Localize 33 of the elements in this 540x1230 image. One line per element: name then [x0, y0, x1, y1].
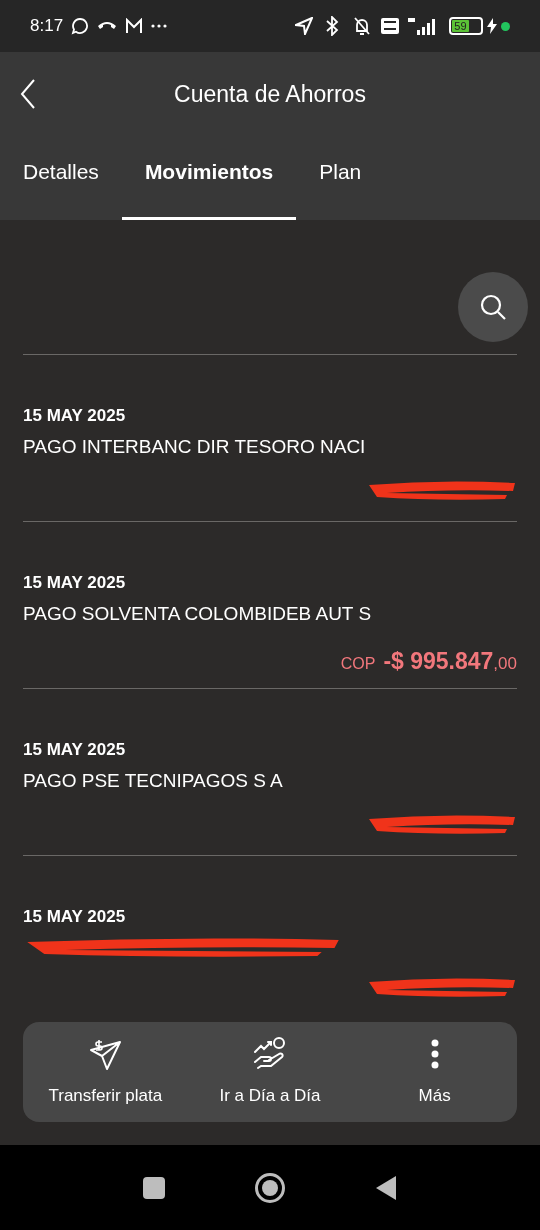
action-button[interactable]: Más [352, 1035, 517, 1109]
signal-icon [407, 16, 437, 36]
more-icon [429, 1039, 440, 1070]
recents-button[interactable] [143, 1176, 165, 1199]
transaction-description: PAGO SOLVENTA COLOMBIDEB AUT S [23, 601, 373, 626]
screen-title: Cuenta de Ahorros [174, 79, 366, 109]
mute-icon [351, 16, 373, 36]
transaction-date: 15 MAY 2025 [23, 572, 127, 594]
mail-icon [125, 18, 144, 34]
bluetooth-icon [325, 16, 339, 36]
tab[interactable]: Plan [296, 136, 385, 220]
transaction-amount: COP -$ 995.847,00 [340, 647, 517, 676]
transaction-date: 15 MAY 2025 [23, 405, 127, 427]
tab[interactable]: Movimientos [121, 136, 297, 220]
charging-icon [487, 18, 497, 34]
back-icon [20, 78, 36, 110]
home-button[interactable] [255, 1172, 285, 1203]
more-notifications-icon [151, 24, 168, 28]
phone-icon [97, 20, 118, 32]
tab[interactable]: Detalles [0, 136, 122, 220]
transaction-date: 15 MAY 2025 [23, 739, 127, 761]
action-button[interactable]: Ir a Día a Día [187, 1035, 353, 1109]
location-icon [295, 17, 313, 35]
search-icon [478, 292, 508, 322]
back-nav-icon[interactable] [375, 1174, 397, 1201]
chat-icon [71, 17, 90, 35]
transaction-description: PAGO PSE TECNIPAGOS S A [23, 768, 284, 793]
volte-icon [381, 18, 399, 34]
action-button[interactable]: Transferir plata [23, 1035, 188, 1109]
clock: 8:17 [30, 15, 64, 38]
transaction-date: 15 MAY 2025 [23, 906, 127, 928]
transaction-description: PAGO INTERBANC DIR TESORO NACI [23, 434, 367, 459]
battery-level: 59 [452, 20, 469, 32]
